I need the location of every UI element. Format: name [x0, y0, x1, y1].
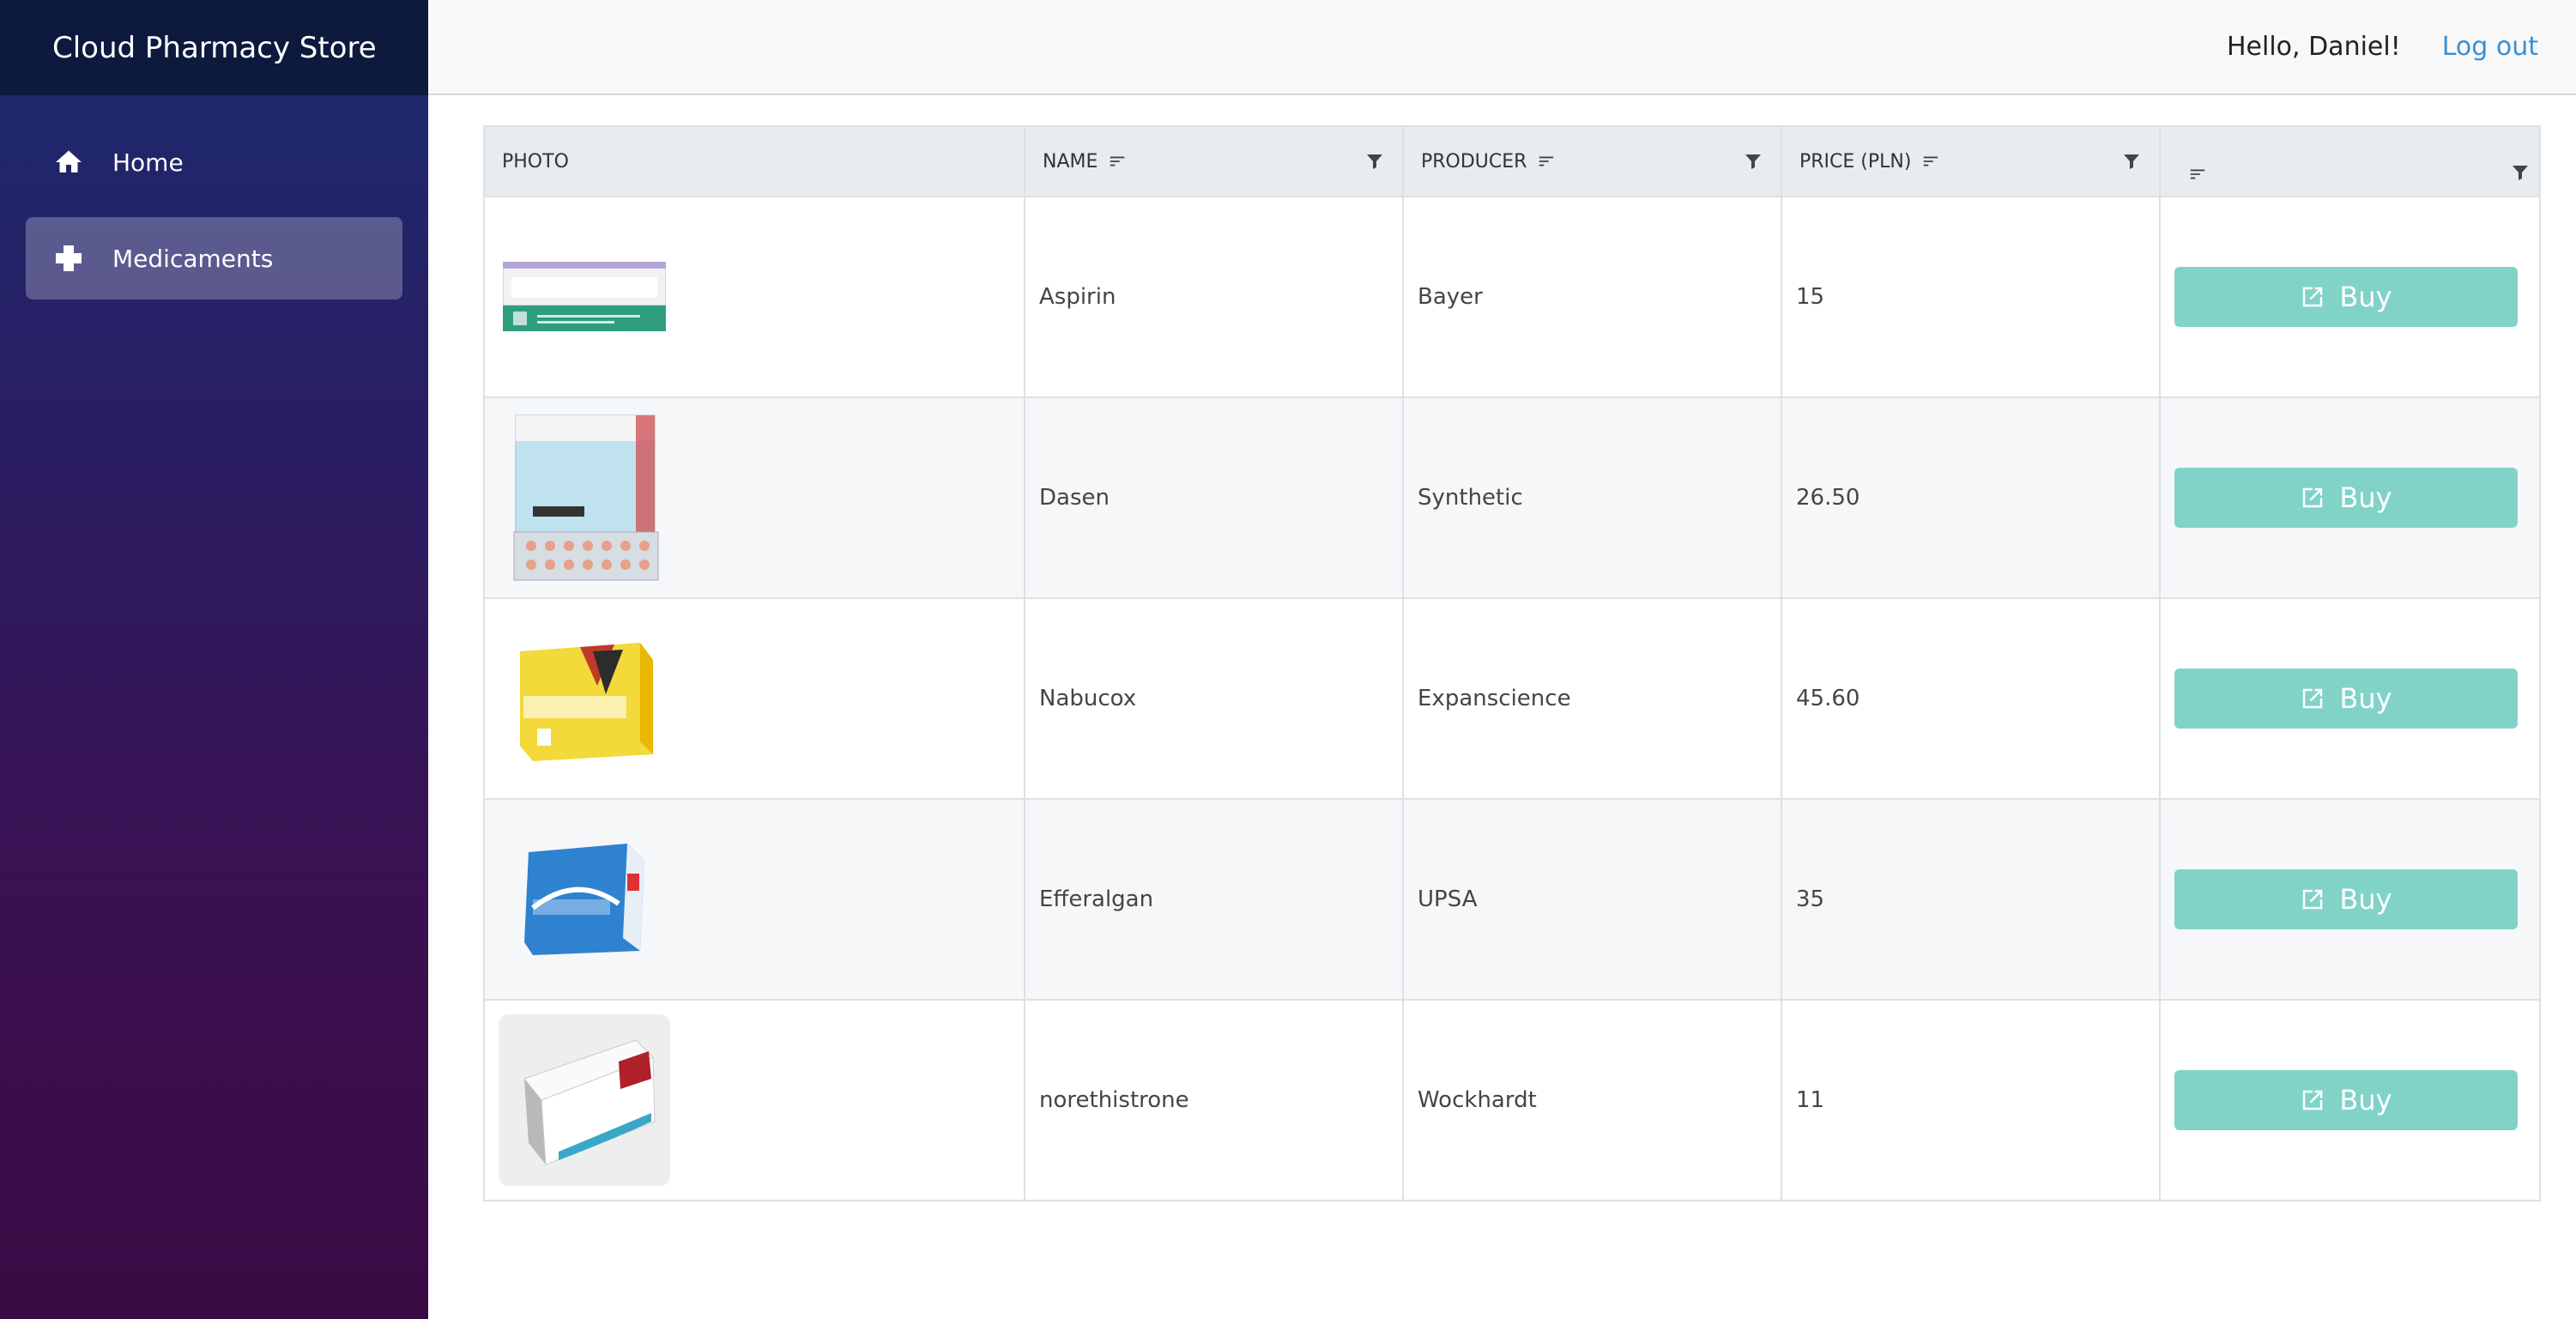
name-cell: Aspirin	[1024, 196, 1404, 398]
sidebar-item-home[interactable]: Home	[26, 121, 402, 203]
logout-link[interactable]: Log out	[2442, 32, 2538, 62]
name-cell: Efferalgan	[1024, 798, 1404, 1001]
column-header-name[interactable]: NAME	[1024, 125, 1404, 197]
buy-button-label: Buy	[2339, 281, 2392, 313]
price-cell: 45.60	[1781, 597, 2161, 800]
buy-button-label: Buy	[2339, 1084, 2392, 1116]
filter-icon[interactable]	[2121, 150, 2142, 172]
filter-icon[interactable]	[2510, 161, 2531, 184]
external-link-icon	[2303, 889, 2323, 910]
producer-cell: Synthetic	[1402, 396, 1782, 599]
medicaments-table-container: PHOTO NAME PRODUCER PRICE (PLN) Aspirin …	[483, 125, 2541, 1201]
producer-cell: Wockhardt	[1402, 999, 1782, 1201]
buy-button[interactable]: Buy	[2174, 869, 2518, 929]
buy-button-label: Buy	[2339, 883, 2392, 916]
medical-cross-icon	[53, 243, 84, 274]
table-header-row: PHOTO NAME PRODUCER PRICE (PLN)	[483, 125, 2541, 197]
top-bar: Hello, Daniel! Log out	[428, 0, 2576, 95]
table-row: Nabucox Expanscience 45.60 Buy	[483, 597, 2541, 800]
norethisterone-package-image	[499, 1014, 670, 1186]
sort-icon[interactable]	[1535, 152, 1557, 171]
column-header-actions[interactable]	[2159, 125, 2541, 197]
sidebar-item-label: Home	[112, 148, 184, 177]
filter-icon[interactable]	[1743, 150, 1763, 172]
medicaments-table: PHOTO NAME PRODUCER PRICE (PLN) Aspirin …	[483, 125, 2541, 1201]
sort-icon[interactable]	[1106, 152, 1128, 171]
filter-icon[interactable]	[1364, 150, 1385, 172]
action-cell: Buy	[2159, 798, 2541, 1001]
column-label: NAME	[1043, 150, 1098, 172]
column-label: PRICE (PLN)	[1799, 150, 1912, 172]
price-cell: 11	[1781, 999, 2161, 1201]
action-cell: Buy	[2159, 196, 2541, 398]
buy-button[interactable]: Buy	[2174, 669, 2518, 729]
sort-icon[interactable]	[1920, 152, 1942, 171]
column-header-price[interactable]: PRICE (PLN)	[1781, 125, 2161, 197]
column-header-producer[interactable]: PRODUCER	[1402, 125, 1782, 197]
name-cell: Dasen	[1024, 396, 1404, 599]
action-cell: Buy	[2159, 999, 2541, 1201]
external-link-icon	[2303, 487, 2323, 508]
nabucox-package-image	[499, 613, 670, 784]
column-header-photo: PHOTO	[483, 125, 1025, 197]
buy-button-label: Buy	[2339, 481, 2392, 514]
column-label: PHOTO	[502, 150, 569, 172]
action-cell: Buy	[2159, 597, 2541, 800]
price-cell: 26.50	[1781, 396, 2161, 599]
photo-cell	[483, 597, 1025, 800]
sidebar-item-label: Medicaments	[112, 244, 274, 273]
price-cell: 15	[1781, 196, 2161, 398]
app-title: Cloud Pharmacy Store	[0, 0, 428, 95]
action-cell: Buy	[2159, 396, 2541, 599]
buy-button-label: Buy	[2339, 682, 2392, 715]
user-greeting: Hello, Daniel!	[2226, 32, 2401, 62]
sidebar-nav: Home Medicaments	[0, 121, 428, 299]
external-link-icon	[2303, 287, 2323, 307]
photo-cell	[483, 196, 1025, 398]
table-row: Aspirin Bayer 15 Buy	[483, 196, 2541, 398]
table-row: Dasen Synthetic 26.50 Buy	[483, 396, 2541, 599]
dasen-package-image	[499, 412, 670, 584]
table-row: norethistrone Wockhardt 11 Buy	[483, 999, 2541, 1201]
buy-button[interactable]: Buy	[2174, 468, 2518, 528]
photo-cell	[483, 798, 1025, 1001]
external-link-icon	[2303, 1090, 2323, 1110]
buy-button[interactable]: Buy	[2174, 1070, 2518, 1130]
price-cell: 35	[1781, 798, 2161, 1001]
buy-button[interactable]: Buy	[2174, 267, 2518, 327]
name-cell: norethistrone	[1024, 999, 1404, 1201]
sort-icon[interactable]	[2186, 165, 2209, 184]
aspirin-package-image	[499, 211, 670, 383]
name-cell: Nabucox	[1024, 597, 1404, 800]
sidebar: Cloud Pharmacy Store Home Medicaments	[0, 0, 428, 1319]
external-link-icon	[2303, 688, 2323, 709]
photo-cell	[483, 999, 1025, 1201]
producer-cell: Expanscience	[1402, 597, 1782, 800]
producer-cell: UPSA	[1402, 798, 1782, 1001]
sidebar-item-medicaments[interactable]: Medicaments	[26, 217, 402, 299]
efferalgan-package-image	[499, 814, 670, 985]
table-row: Efferalgan UPSA 35 Buy	[483, 798, 2541, 1001]
column-label: PRODUCER	[1421, 150, 1527, 172]
photo-cell	[483, 396, 1025, 599]
producer-cell: Bayer	[1402, 196, 1782, 398]
home-icon	[53, 147, 84, 178]
